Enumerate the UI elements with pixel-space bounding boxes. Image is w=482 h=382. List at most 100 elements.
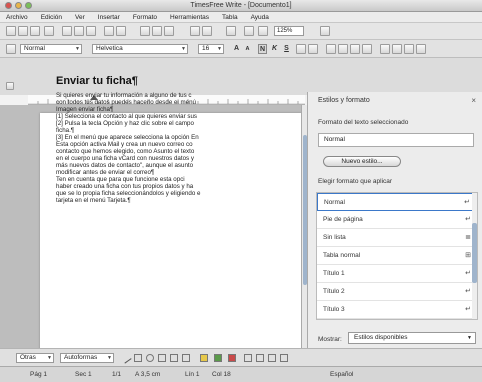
- style-row-tabla-normal[interactable]: Tabla normal ⊞: [317, 247, 477, 265]
- menu-ver[interactable]: Ver: [75, 14, 85, 21]
- styles-pane-icon[interactable]: [6, 44, 16, 54]
- line-style-icon[interactable]: [244, 354, 252, 362]
- justify-icon[interactable]: [362, 44, 372, 54]
- apply-format-label: Elegir formato que aplicar: [318, 178, 393, 185]
- shapes-select[interactable]: Otras ▼: [16, 353, 54, 363]
- paragraph-mark-icon: ↵: [465, 270, 471, 277]
- style-list-scrollbar[interactable]: [472, 193, 477, 319]
- current-format-label: Formato del texto seleccionado: [318, 119, 409, 126]
- font-select[interactable]: Helvetica ▼: [92, 44, 188, 54]
- new-style-button[interactable]: Nuevo estilo...: [323, 156, 401, 167]
- bold-button[interactable]: N: [258, 44, 267, 54]
- tab-selector-icon[interactable]: [6, 82, 14, 90]
- menu-edicion[interactable]: Edición: [41, 14, 62, 21]
- underline-button[interactable]: S: [282, 44, 291, 54]
- show-select[interactable]: Estilos disponibles ▼: [348, 332, 476, 344]
- align-left-icon[interactable]: [326, 44, 336, 54]
- style-name: Título 2: [323, 288, 345, 295]
- numbered-list-icon[interactable]: [392, 44, 402, 54]
- dash-style-icon[interactable]: [256, 354, 264, 362]
- paragraph-mark-icon: ↵: [465, 288, 471, 295]
- align-right-icon[interactable]: [350, 44, 360, 54]
- style-row-titulo-2[interactable]: Título 2 ↵: [317, 283, 477, 301]
- outdent-icon[interactable]: [404, 44, 414, 54]
- style-row-normal[interactable]: Normal ↵: [317, 193, 477, 211]
- italic-button[interactable]: K: [270, 44, 279, 54]
- standard-toolbar: 125%: [0, 23, 482, 40]
- undo-icon[interactable]: [104, 26, 114, 36]
- style-list: Normal ↵ Pie de página ↵ Sin lista ≣ Tab…: [316, 192, 478, 320]
- table-icon[interactable]: [140, 26, 150, 36]
- status-language: Español: [330, 371, 354, 378]
- style-select[interactable]: Normal ▼: [20, 44, 82, 54]
- arrow-style-icon[interactable]: [268, 354, 276, 362]
- text-box-icon[interactable]: [158, 354, 166, 362]
- new-document-icon[interactable]: [6, 26, 16, 36]
- redo-icon[interactable]: [116, 26, 126, 36]
- menu-archivo[interactable]: Archivo: [6, 14, 28, 21]
- status-page: Pág 1: [30, 371, 47, 378]
- highlight-icon[interactable]: [308, 44, 318, 54]
- style-name: Normal: [324, 199, 345, 206]
- oval-icon[interactable]: [146, 354, 154, 362]
- font-size-select[interactable]: 16 ▼: [198, 44, 224, 54]
- line-icon[interactable]: [120, 352, 132, 364]
- shrink-font-button[interactable]: A: [243, 44, 252, 54]
- font-case-icon[interactable]: [258, 26, 268, 36]
- insert-table-icon[interactable]: [190, 26, 200, 36]
- menu-formato[interactable]: Formato: [133, 14, 157, 21]
- line-color-icon[interactable]: [214, 354, 222, 362]
- text-color-icon[interactable]: [296, 44, 306, 54]
- style-row-titulo-3[interactable]: Título 3 ↵: [317, 301, 477, 319]
- shadow-icon[interactable]: [280, 354, 288, 362]
- status-bar: Pág 1 Sec 1 1/1 A 3,5 cm Lín 1 Col 18 Es…: [0, 366, 482, 382]
- font-color-icon[interactable]: [228, 354, 236, 362]
- show-marks-icon[interactable]: [244, 26, 254, 36]
- align-center-icon[interactable]: [338, 44, 348, 54]
- style-name: Título 3: [323, 306, 345, 313]
- sidebar-icon[interactable]: [226, 26, 236, 36]
- current-style-field[interactable]: Normal: [318, 133, 474, 147]
- font-select-value: Helvetica: [96, 45, 123, 52]
- list-style-icon: ≣: [465, 234, 471, 241]
- paragraph-mark-icon: ↵: [464, 199, 470, 206]
- style-row-sin-lista[interactable]: Sin lista ≣: [317, 229, 477, 247]
- menu-tabla[interactable]: Tabla: [222, 14, 238, 21]
- autoshapes-select[interactable]: Autoformas ▼: [60, 353, 114, 363]
- rectangle-icon[interactable]: [134, 354, 142, 362]
- zoom-field[interactable]: 125%: [274, 26, 304, 36]
- columns-icon[interactable]: [152, 26, 162, 36]
- style-name: Pie de página: [323, 216, 363, 223]
- save-icon[interactable]: [30, 26, 40, 36]
- style-row-pie-de-pagina[interactable]: Pie de página ↵: [317, 211, 477, 229]
- chevron-down-icon: ▼: [217, 46, 222, 52]
- close-icon[interactable]: ×: [471, 96, 476, 105]
- chevron-down-icon: ▼: [181, 46, 186, 52]
- insert-picture-icon[interactable]: [182, 354, 190, 362]
- menu-insertar[interactable]: Insertar: [98, 14, 120, 21]
- help-icon[interactable]: [320, 26, 330, 36]
- insert-chart-icon[interactable]: [202, 26, 212, 36]
- copy-icon[interactable]: [74, 26, 84, 36]
- style-row-titulo-1[interactable]: Título 1 ↵: [317, 265, 477, 283]
- fill-color-icon[interactable]: [200, 354, 208, 362]
- cut-icon[interactable]: [62, 26, 72, 36]
- indent-icon[interactable]: [416, 44, 426, 54]
- document-heading[interactable]: Enviar tu ficha¶: [56, 75, 138, 87]
- grow-font-button[interactable]: A: [232, 44, 241, 54]
- menu-ayuda[interactable]: Ayuda: [251, 14, 269, 21]
- menu-herramientas[interactable]: Herramientas: [170, 14, 209, 21]
- style-name: Sin lista: [323, 234, 346, 241]
- style-list-scroll-thumb[interactable]: [472, 223, 477, 283]
- bullet-list-icon[interactable]: [380, 44, 390, 54]
- chevron-down-icon: ▼: [47, 355, 52, 361]
- status-position: A 3,5 cm: [135, 371, 161, 378]
- paste-icon[interactable]: [86, 26, 96, 36]
- wordart-icon[interactable]: [170, 354, 178, 362]
- menu-bar: Archivo Edición Ver Insertar Formato Her…: [0, 12, 482, 23]
- document-body[interactable]: Si quieres enviar tu información a algun…: [56, 92, 300, 252]
- print-icon[interactable]: [44, 26, 54, 36]
- drawing-icon[interactable]: [164, 26, 174, 36]
- open-icon[interactable]: [18, 26, 28, 36]
- shapes-select-value: Otras: [20, 354, 36, 361]
